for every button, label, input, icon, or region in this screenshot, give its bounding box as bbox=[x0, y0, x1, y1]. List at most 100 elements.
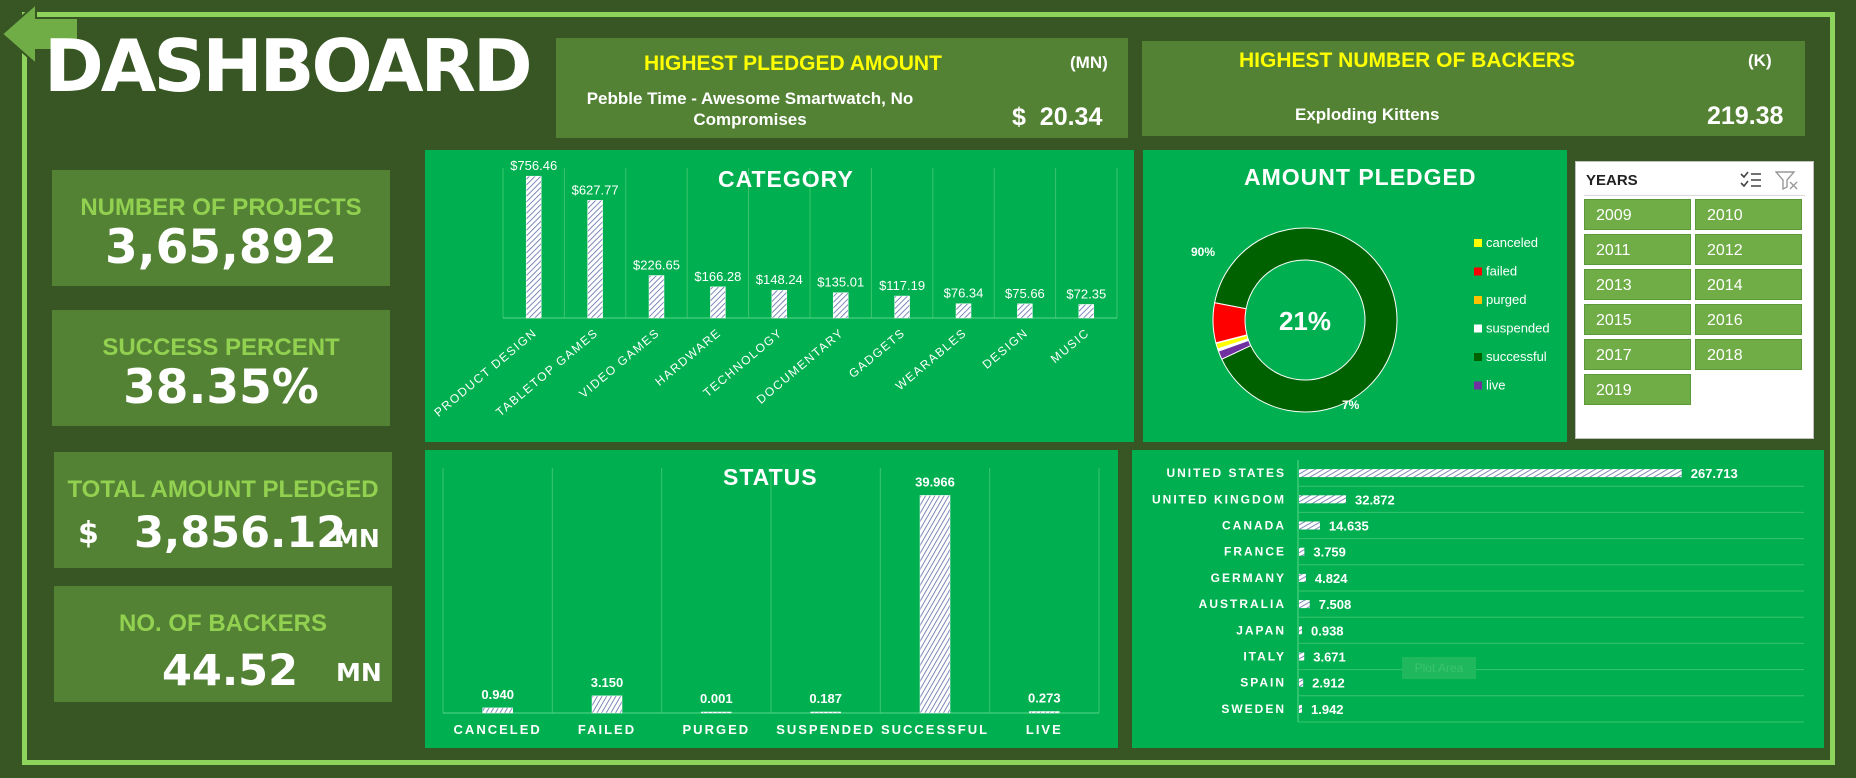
country-data-label: 7.508 bbox=[1319, 597, 1352, 612]
status-chart-title: STATUS bbox=[723, 464, 818, 490]
category-tick-label: GADGETS bbox=[846, 326, 908, 381]
category-bar[interactable] bbox=[1078, 304, 1095, 319]
category-data-label: $72.35 bbox=[1066, 286, 1106, 301]
country-tick-label: GERMANY bbox=[1211, 571, 1286, 585]
year-button-2016[interactable]: 2016 bbox=[1695, 304, 1802, 335]
status-bar[interactable] bbox=[701, 711, 732, 714]
clear-filter-icon[interactable] bbox=[1775, 170, 1799, 190]
number-of-projects-label: NUMBER OF PROJECTS bbox=[80, 194, 362, 221]
total-amount-pledged-card: TOTAL AMOUNT PLEDGED $ 3,856.12 MN bbox=[54, 452, 392, 568]
country-bar[interactable] bbox=[1299, 469, 1682, 478]
category-bar[interactable] bbox=[525, 175, 542, 319]
amount-pledged-panel[interactable]: AMOUNT PLEDGED 21% 90% 7% canceled failed pur… bbox=[1143, 150, 1567, 442]
country-data-label: 0.938 bbox=[1311, 623, 1344, 638]
category-tick-label: PRODUCT DESIGN bbox=[431, 326, 539, 420]
highest-backers-card: HIGHEST NUMBER OF BACKERS (K) Exploding … bbox=[1142, 41, 1805, 136]
country-bar[interactable] bbox=[1299, 704, 1302, 713]
year-button-2014[interactable]: 2014 bbox=[1695, 269, 1802, 300]
status-bar[interactable] bbox=[810, 711, 841, 714]
years-slicer-title: YEARS bbox=[1586, 172, 1638, 189]
country-data-label: 267.713 bbox=[1691, 466, 1738, 481]
legend-swatch bbox=[1474, 353, 1482, 361]
number-of-projects-value: 3,65,892 bbox=[105, 220, 337, 275]
category-data-label: $226.65 bbox=[633, 258, 680, 273]
status-data-label: 0.940 bbox=[481, 687, 514, 702]
category-bar[interactable] bbox=[710, 286, 726, 319]
status-bar[interactable] bbox=[591, 695, 623, 714]
no-of-backers-card: NO. OF BACKERS 44.52 MN bbox=[54, 586, 392, 702]
country-bar[interactable] bbox=[1299, 600, 1310, 609]
legend-label: failed bbox=[1486, 264, 1517, 279]
category-bar[interactable] bbox=[587, 200, 603, 319]
slicer-separator bbox=[1584, 195, 1805, 196]
year-button-2010[interactable]: 2010 bbox=[1695, 199, 1802, 230]
category-data-label: $76.34 bbox=[944, 286, 984, 301]
country-bar[interactable] bbox=[1299, 573, 1306, 582]
status-chart: 0.940 CANCELED 3.150 FAILED 0.001 PURGED 0.187… bbox=[442, 468, 1100, 737]
years-slicer: YEARS 2009 2010 2011 2012 2013 2014 2015 2016 20… bbox=[1575, 161, 1814, 439]
donut-outer-label: 7% bbox=[1342, 398, 1360, 412]
legend-swatch bbox=[1474, 296, 1482, 304]
status-bar[interactable] bbox=[1029, 711, 1060, 714]
donut-center-label: 21% bbox=[1279, 306, 1331, 336]
status-data-label: 0.001 bbox=[700, 691, 733, 706]
no-of-backers-value: 44.52 bbox=[162, 646, 299, 696]
category-data-label: $148.24 bbox=[756, 272, 803, 287]
category-chart: $756.46 PRODUCT DESIGN $627.77 TABLETOP GAM… bbox=[431, 158, 1118, 420]
category-tick-label: DESIGN bbox=[980, 326, 1031, 372]
year-button-2011[interactable]: 2011 bbox=[1584, 234, 1691, 265]
category-bar[interactable] bbox=[894, 295, 910, 319]
legend-label: suspended bbox=[1486, 321, 1550, 336]
status-tick-label: PURGED bbox=[683, 722, 751, 737]
category-data-label: $627.77 bbox=[572, 182, 619, 197]
country-bar[interactable] bbox=[1299, 678, 1304, 687]
country-chart: 267.713 UNITED STATES 32.872 UNITED KINGDOM… bbox=[1152, 460, 1804, 723]
status-data-label: 3.150 bbox=[591, 675, 624, 690]
status-bar[interactable] bbox=[482, 707, 513, 714]
category-tick-label: TABLETOP GAMES bbox=[493, 326, 601, 420]
year-button-2009[interactable]: 2009 bbox=[1584, 199, 1691, 230]
year-button-2017[interactable]: 2017 bbox=[1584, 339, 1691, 370]
country-bar[interactable] bbox=[1299, 495, 1346, 504]
total-amount-pledged-value: 3,856.12 bbox=[134, 508, 347, 558]
year-button-2018[interactable]: 2018 bbox=[1695, 339, 1802, 370]
category-bar[interactable] bbox=[1017, 303, 1033, 319]
total-amount-pledged-label: TOTAL AMOUNT PLEDGED bbox=[67, 476, 379, 503]
country-bar[interactable] bbox=[1299, 521, 1320, 530]
total-amount-pledged-currency: $ bbox=[78, 516, 99, 551]
legend-label: purged bbox=[1486, 292, 1526, 307]
legend-label: live bbox=[1486, 378, 1506, 393]
status-tick-label: CANCELED bbox=[454, 722, 542, 737]
highest-pledged-unit: (MN) bbox=[1070, 53, 1108, 72]
category-bar[interactable] bbox=[832, 292, 849, 319]
country-bar[interactable] bbox=[1299, 626, 1302, 635]
category-bar[interactable] bbox=[955, 303, 972, 319]
year-button-2015[interactable]: 2015 bbox=[1584, 304, 1691, 335]
country-data-label: 2.912 bbox=[1312, 676, 1345, 691]
legend-swatch bbox=[1474, 324, 1482, 333]
year-button-2013[interactable]: 2013 bbox=[1584, 269, 1691, 300]
country-tick-label: FRANCE bbox=[1224, 545, 1286, 559]
legend-swatch bbox=[1474, 267, 1482, 276]
success-percent-label: SUCCESS PERCENT bbox=[102, 334, 340, 361]
multi-select-icon[interactable] bbox=[1739, 170, 1763, 190]
country-bar[interactable] bbox=[1299, 547, 1305, 556]
highest-backers-project: Exploding Kittens bbox=[1295, 105, 1440, 124]
country-tick-label: AUSTRALIA bbox=[1199, 597, 1286, 611]
category-bar[interactable] bbox=[648, 275, 665, 319]
year-button-2012[interactable]: 2012 bbox=[1695, 234, 1802, 265]
status-data-label: 0.187 bbox=[809, 691, 842, 706]
year-button-2019[interactable]: 2019 bbox=[1584, 374, 1691, 405]
no-of-backers-unit: MN bbox=[336, 658, 382, 687]
category-data-label: $135.01 bbox=[817, 275, 864, 290]
category-chart-title: CATEGORY bbox=[718, 166, 854, 192]
country-data-label: 32.872 bbox=[1355, 492, 1395, 507]
country-bar[interactable] bbox=[1299, 652, 1305, 661]
status-chart-panel[interactable]: STATUS 0.940 CANCELED 3.150 FAILED 0.001 PURG… bbox=[425, 450, 1118, 748]
country-chart-panel[interactable]: 267.713 UNITED STATES 32.872 UNITED KINGDOM… bbox=[1132, 450, 1824, 748]
country-tick-label: SWEDEN bbox=[1221, 702, 1286, 716]
category-bar[interactable] bbox=[771, 289, 788, 319]
legend-swatch bbox=[1474, 239, 1482, 247]
status-bar[interactable] bbox=[919, 495, 951, 714]
category-chart-panel[interactable]: CATEGORY $756.46 PRODUCT DESIGN $627.77 TAB… bbox=[425, 150, 1134, 442]
